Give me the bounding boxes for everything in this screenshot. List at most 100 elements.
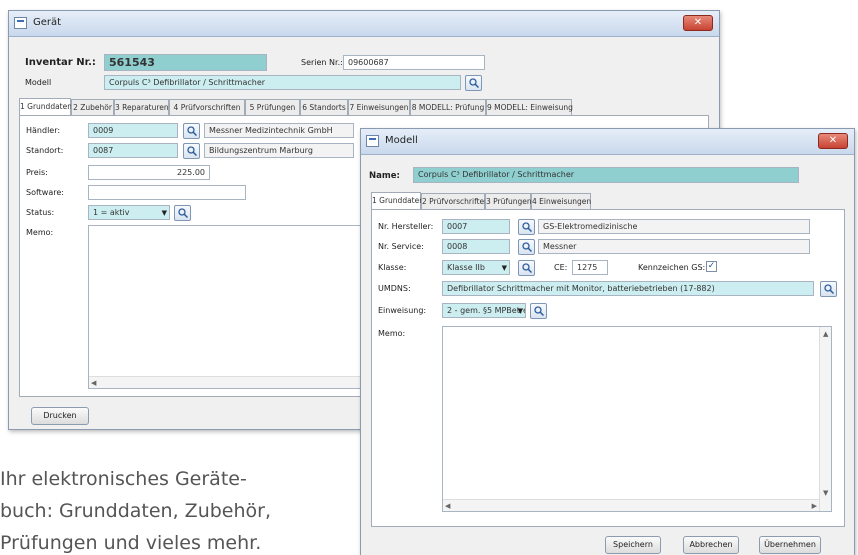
modell-tab-panel: Nr. Hersteller: 0007 GS-Elektromedizinis…	[371, 209, 845, 527]
einweisung-value: 2 - gem. §5 MPBetreibV	[447, 306, 525, 315]
hersteller-code-field[interactable]: 0007	[442, 219, 510, 234]
tab-modell-pruefvorschriften[interactable]: 2 Prüfvorschriften	[421, 193, 489, 209]
tab-einweisungen[interactable]: 7 Einweisungen	[348, 99, 410, 115]
umdns-label: UMDNS:	[378, 284, 411, 293]
status-value: 1 = aktiv	[93, 208, 130, 217]
einweisung-search-button[interactable]	[530, 303, 547, 319]
haendler-name-field: Messner Medizintechnik GmbH	[204, 123, 354, 138]
service-name-field: Messner	[538, 239, 810, 254]
name-field[interactable]: Corpuls C³ Defibrillator / Schrittmacher	[413, 167, 799, 183]
scroll-left-icon[interactable]: ◀	[91, 379, 96, 387]
modell-search-button[interactable]	[465, 75, 482, 91]
window-icon	[14, 17, 27, 29]
hersteller-name-field: GS-Elektromedizinische	[538, 219, 810, 234]
haendler-label: Händler:	[26, 126, 61, 135]
serien-field[interactable]: 09600687	[343, 55, 485, 70]
klasse-search-button[interactable]	[518, 260, 535, 276]
standort-label: Standort:	[26, 146, 64, 155]
caption-line-2: buch: Grunddaten, Zubehör,	[0, 500, 272, 522]
inventar-field[interactable]: 561543	[104, 54, 267, 71]
modell-tabs: 1 Grunddaten 2 Prüfvorschriften 3 Prüfun…	[371, 192, 841, 209]
caption-line-1: Ihr elektronisches Geräte-	[0, 468, 247, 490]
name-label: Name:	[369, 171, 400, 181]
service-search-button[interactable]	[518, 239, 535, 255]
modell-titlebar[interactable]: Modell ✕	[361, 129, 854, 155]
search-icon	[469, 78, 479, 88]
service-label: Nr. Service:	[378, 242, 424, 251]
status-search-button[interactable]	[174, 205, 191, 221]
chevron-down-icon: ▼	[501, 264, 507, 272]
service-code-field[interactable]: 0008	[442, 239, 510, 254]
scroll-right-icon[interactable]: ▶	[812, 502, 817, 510]
tab-modell-grunddaten[interactable]: 1 Grunddaten	[371, 192, 424, 209]
tab-modell-einweisung[interactable]: 9 MODELL: Einweisung	[486, 99, 573, 115]
preis-label: Preis:	[26, 168, 48, 177]
ce-label: CE:	[554, 263, 568, 272]
tab-zubehoer[interactable]: 2 Zubehör	[71, 99, 114, 115]
geraet-tabs: 1 Grunddaten 2 Zubehör 3 Reparaturen 4 P…	[19, 98, 709, 115]
software-field[interactable]	[88, 185, 246, 200]
chevron-down-icon: ▼	[517, 307, 523, 315]
modell-window: Modell ✕ Name: Corpuls C³ Defibrillator …	[360, 128, 855, 555]
chevron-down-icon: ▼	[161, 209, 167, 217]
geraet-title: Gerät	[33, 17, 62, 28]
kennzeichen-checkbox[interactable]: ✓	[706, 261, 717, 272]
search-icon	[187, 146, 197, 156]
umdns-field[interactable]: Defibrillator Schrittmacher mit Monitor,…	[442, 281, 814, 296]
tab-grunddaten[interactable]: 1 Grunddaten	[19, 98, 72, 115]
haendler-search-button[interactable]	[183, 123, 200, 139]
tab-modell-pruefung[interactable]: 8 MODELL: Prüfung	[410, 99, 486, 115]
tab-standorts[interactable]: 6 Standorts	[300, 99, 348, 115]
umdns-search-button[interactable]	[820, 281, 837, 297]
klasse-label: Klasse:	[378, 263, 407, 272]
memo-label: Memo:	[26, 228, 54, 237]
status-select[interactable]: 1 = aktiv ▼	[88, 205, 170, 220]
klasse-value: Klasse IIb	[447, 263, 485, 272]
scroll-left-icon[interactable]: ◀	[445, 502, 450, 510]
tab-pruefvorschriften[interactable]: 4 Prüfvorschriften	[169, 99, 245, 115]
klasse-select[interactable]: Klasse IIb ▼	[442, 260, 510, 275]
ce-field[interactable]: 1275	[572, 260, 608, 275]
scroll-up-icon[interactable]: ▲	[823, 330, 828, 338]
abbrechen-button[interactable]: Abbrechen	[683, 536, 739, 554]
einweisung-label: Einweisung:	[378, 306, 427, 315]
search-icon	[187, 126, 197, 136]
geraet-close-button[interactable]: ✕	[683, 15, 713, 31]
search-icon	[178, 208, 188, 218]
modell-field[interactable]: Corpuls C³ Defibrillator / Schrittmacher	[104, 75, 461, 90]
modell-title: Modell	[385, 135, 418, 146]
horizontal-scrollbar[interactable]: ◀	[89, 376, 387, 388]
uebernehmen-button[interactable]: Übernehmen	[759, 536, 821, 554]
inventar-label: Inventar Nr.:	[25, 57, 96, 68]
memo-textarea[interactable]: ◀	[88, 225, 388, 389]
scroll-down-icon[interactable]: ▼	[823, 489, 828, 497]
tab-reparaturen[interactable]: 3 Reparaturen	[114, 99, 169, 115]
vertical-scrollbar[interactable]: ▲ ▼	[819, 327, 831, 511]
caption-line-3: Prüfungen und vieles mehr.	[0, 532, 262, 554]
modell-memo-textarea[interactable]: ▲ ▼ ◀ ▶	[442, 326, 832, 512]
search-icon	[824, 284, 834, 294]
tab-modell-pruefungen[interactable]: 3 Prüfungen	[485, 193, 532, 209]
serien-label: Serien Nr.:	[301, 58, 343, 67]
modell-memo-label: Memo:	[378, 329, 406, 338]
standort-name-field: Bildungszentrum Marburg	[204, 143, 354, 158]
speichern-button[interactable]: Speichern	[605, 536, 661, 554]
horizontal-scrollbar[interactable]: ◀ ▶	[443, 499, 819, 511]
standort-search-button[interactable]	[183, 143, 200, 159]
software-label: Software:	[26, 188, 64, 197]
modell-close-button[interactable]: ✕	[818, 133, 848, 149]
search-icon	[534, 306, 544, 316]
einweisung-select[interactable]: 2 - gem. §5 MPBetreibV ▼	[442, 303, 526, 318]
window-icon	[366, 135, 379, 147]
preis-field[interactable]: 225.00	[88, 165, 210, 180]
kennzeichen-label: Kennzeichen GS:	[638, 263, 706, 272]
haendler-code-field[interactable]: 0009	[88, 123, 178, 138]
tab-pruefungen[interactable]: 5 Prüfungen	[245, 99, 300, 115]
geraet-titlebar[interactable]: Gerät ✕	[9, 11, 719, 37]
tab-modell-einweisungen[interactable]: 4 Einweisungen	[531, 193, 591, 209]
drucken-button[interactable]: Drucken	[31, 407, 89, 425]
hersteller-search-button[interactable]	[518, 219, 535, 235]
search-icon	[522, 263, 532, 273]
standort-code-field[interactable]: 0087	[88, 143, 178, 158]
search-icon	[522, 242, 532, 252]
